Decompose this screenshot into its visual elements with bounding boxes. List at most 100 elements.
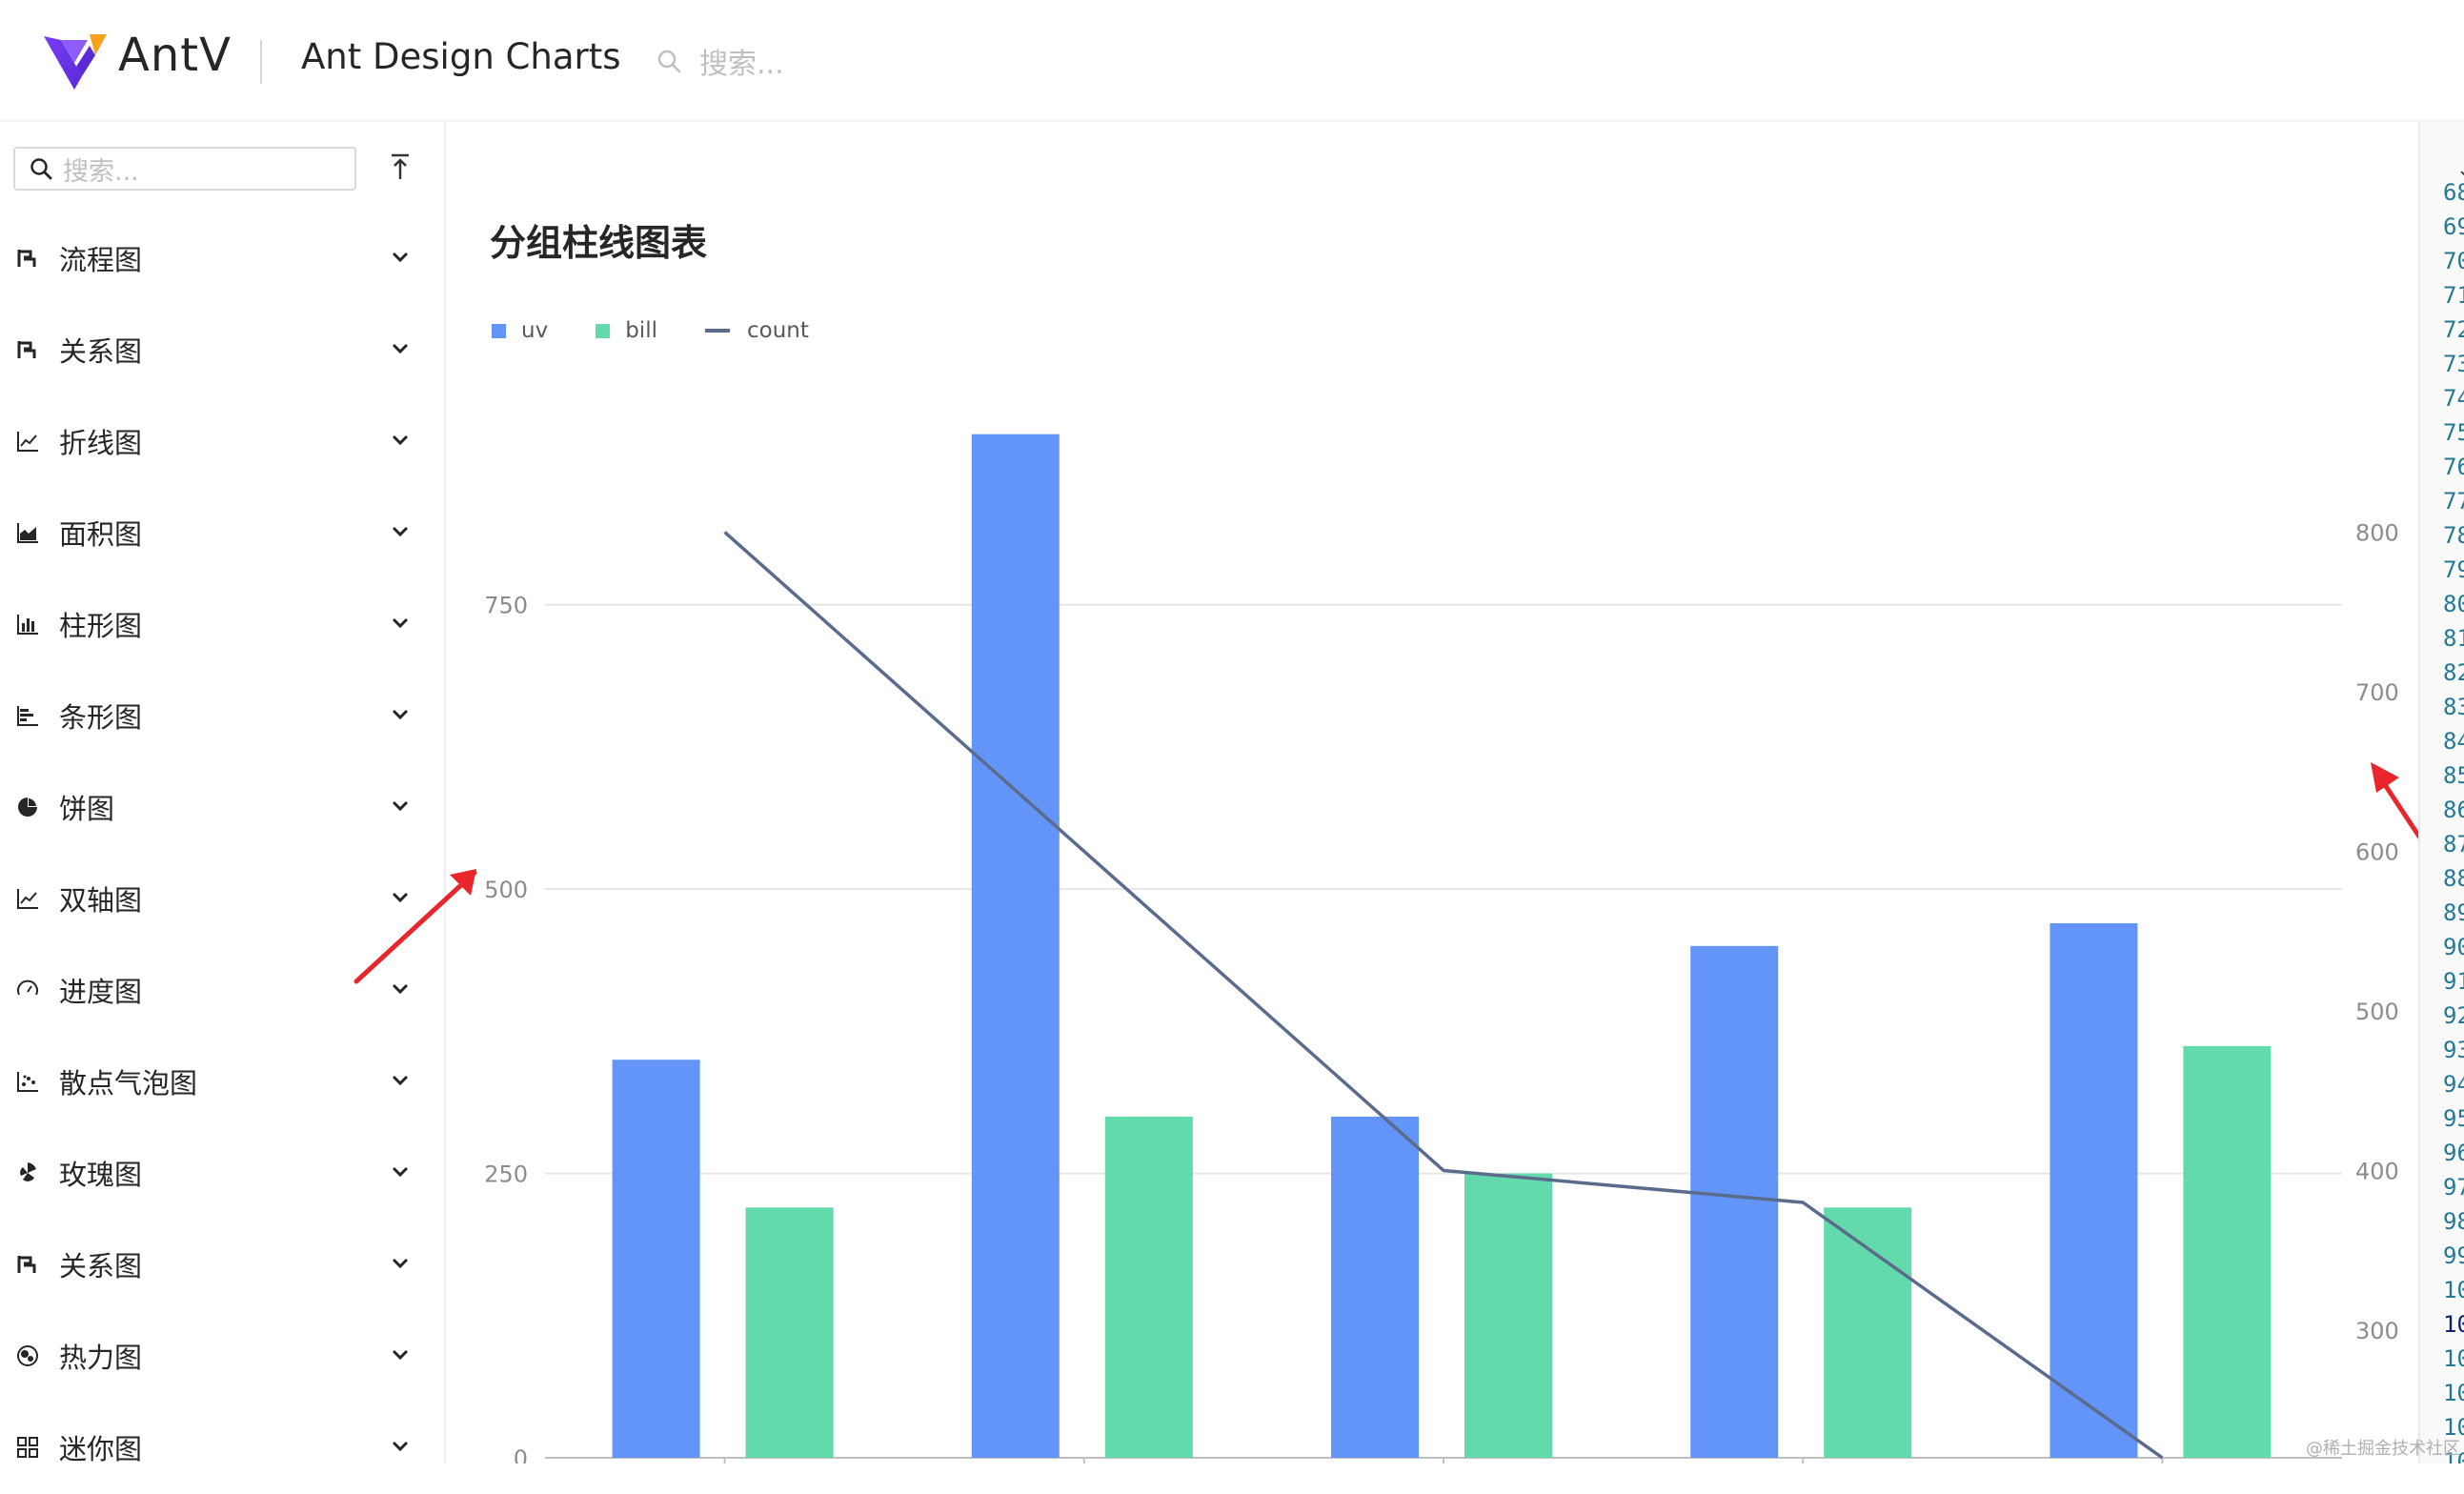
gauge-icon: [15, 978, 40, 1002]
line-chart-icon: [15, 429, 40, 454]
sidebar-item[interactable]: 面积图: [0, 488, 444, 579]
line-number: 82: [2443, 659, 2464, 686]
sidebar-item[interactable]: 散点气泡图: [0, 1037, 444, 1128]
chevron-down-icon[interactable]: [389, 703, 412, 726]
line-number: 73: [2443, 351, 2464, 377]
pie-chart-icon: [15, 795, 40, 819]
line-number: 97: [2443, 1174, 2464, 1201]
sidebar-item-label: 迷你图: [59, 1433, 143, 1465]
sidebar-item[interactable]: 柱形图: [0, 579, 444, 671]
sidebar-item[interactable]: 饼图: [0, 762, 444, 854]
line-number: 87: [2443, 831, 2464, 858]
chevron-down-icon[interactable]: [389, 612, 412, 635]
bar-bill: [1824, 1207, 1912, 1458]
line-number: 101: [2443, 1311, 2464, 1338]
sidebar-item[interactable]: 条形图: [0, 671, 444, 762]
antv-logo-icon[interactable]: [42, 32, 109, 91]
watermark: @稀土掘金技术社区: [2306, 1439, 2460, 1459]
line-number: 85: [2443, 762, 2464, 789]
sidebar-item[interactable]: 流程图: [0, 213, 444, 305]
left-axis-tick-label: 0: [514, 1445, 528, 1464]
grouped-column-line-chart[interactable]: 0250500750300400500600700800: [446, 122, 2420, 1464]
line-number: 90: [2443, 934, 2464, 960]
sidebar-item-label: 热力图: [59, 1342, 143, 1374]
sidebar-item-label: 进度图: [59, 976, 143, 1008]
line-number: 83: [2443, 694, 2464, 720]
chevron-down-icon[interactable]: [389, 520, 412, 543]
line-number: 98: [2443, 1208, 2464, 1235]
bar-bill: [1464, 1173, 1552, 1458]
line-number: 75: [2443, 419, 2464, 446]
line-number: 78: [2443, 522, 2464, 549]
area-chart-icon: [15, 520, 40, 545]
chevron-down-icon[interactable]: [389, 1435, 412, 1458]
line-chart-icon: [15, 886, 40, 911]
sidebar-item[interactable]: 关系图: [0, 1220, 444, 1311]
sidebar-item-label: 面积图: [59, 518, 143, 551]
product-name[interactable]: Ant Design Charts: [301, 36, 621, 77]
chevron-down-icon[interactable]: [389, 1069, 412, 1092]
sidebar-search-input[interactable]: 搜索...: [13, 147, 356, 191]
sidebar-item[interactable]: 迷你图: [0, 1403, 444, 1494]
bar-uv: [2050, 922, 2138, 1458]
line-number: 69: [2443, 213, 2464, 240]
sidebar-search-placeholder: 搜索...: [63, 156, 139, 187]
chevron-down-icon[interactable]: [389, 1252, 412, 1275]
brand-name[interactable]: AntV: [118, 29, 232, 82]
left-axis-tick-label: 750: [484, 593, 528, 619]
flow-icon: [15, 1252, 40, 1277]
heatmap-icon: [15, 1343, 40, 1368]
sidebar-item-label: 条形图: [59, 701, 143, 734]
bar-bill: [745, 1207, 834, 1458]
line-count: [723, 531, 2164, 1460]
sidebar-item[interactable]: 关系图: [0, 305, 444, 396]
line-number: 91: [2443, 968, 2464, 995]
top-navigation-bar: AntV Ant Design Charts 搜索...: [0, 0, 2464, 121]
sidebar: 搜索... 流程图 关系图 折线图 面积图 柱形图 条形图 饼图 双轴图 进度图 散点气泡图 玫瑰图…: [0, 122, 446, 1465]
chevron-down-icon[interactable]: [389, 429, 412, 452]
sidebar-item-label: 关系图: [59, 335, 143, 368]
sidebar-item-label: 饼图: [59, 793, 115, 825]
chevron-down-icon[interactable]: [389, 337, 412, 360]
flow-icon: [15, 337, 40, 362]
chevron-down-icon[interactable]: [389, 1343, 412, 1366]
line-number: 79: [2443, 556, 2464, 583]
bar-uv: [971, 434, 1060, 1458]
header-search-placeholder: 搜索...: [699, 48, 784, 81]
sidebar-item[interactable]: 折线图: [0, 396, 444, 488]
search-icon: [657, 50, 681, 73]
line-number: 74: [2443, 385, 2464, 412]
line-number: 99: [2443, 1242, 2464, 1269]
chevron-down-icon[interactable]: [389, 1161, 412, 1183]
line-number: 72: [2443, 316, 2464, 343]
rose-icon: [15, 1161, 40, 1185]
line-number: 70: [2443, 248, 2464, 274]
collapse-all-icon[interactable]: [387, 151, 414, 183]
right-axis-tick-label: 300: [2355, 1318, 2399, 1344]
line-number: 84: [2443, 728, 2464, 755]
line-number: 81: [2443, 625, 2464, 652]
sidebar-item-label: 双轴图: [59, 884, 143, 917]
line-number: 76: [2443, 454, 2464, 480]
sidebar-item[interactable]: 热力图: [0, 1311, 444, 1403]
header-divider: [260, 40, 262, 84]
line-number: 68: [2443, 179, 2464, 206]
sidebar-item[interactable]: 玫瑰图: [0, 1128, 444, 1220]
sidebar-item-label: 玫瑰图: [59, 1159, 143, 1191]
chevron-down-icon[interactable]: [389, 246, 412, 269]
sidebar-item-label: 折线图: [59, 427, 143, 459]
horizontal-bar-icon: [15, 703, 40, 728]
search-icon: [30, 158, 52, 180]
right-axis-tick-label: 700: [2355, 679, 2399, 706]
line-number: 92: [2443, 1002, 2464, 1029]
sidebar-item-label: 柱形图: [59, 610, 143, 642]
bar-bill: [2183, 1045, 2272, 1458]
chevron-down-icon[interactable]: [389, 795, 412, 818]
header-search[interactable]: 搜索...: [656, 42, 784, 81]
scatter-icon: [15, 1069, 40, 1094]
sidebar-item-label: 关系图: [59, 1250, 143, 1282]
main-content: 分组柱线图表 uv bill count 0 250 500 750 300 400 500…: [446, 122, 2420, 1464]
code-editor-gutter[interactable]: ⌄ 68697071727374757677787980818283848586…: [2418, 122, 2464, 1464]
line-number: 77: [2443, 488, 2464, 515]
bar-uv: [1331, 1116, 1419, 1458]
